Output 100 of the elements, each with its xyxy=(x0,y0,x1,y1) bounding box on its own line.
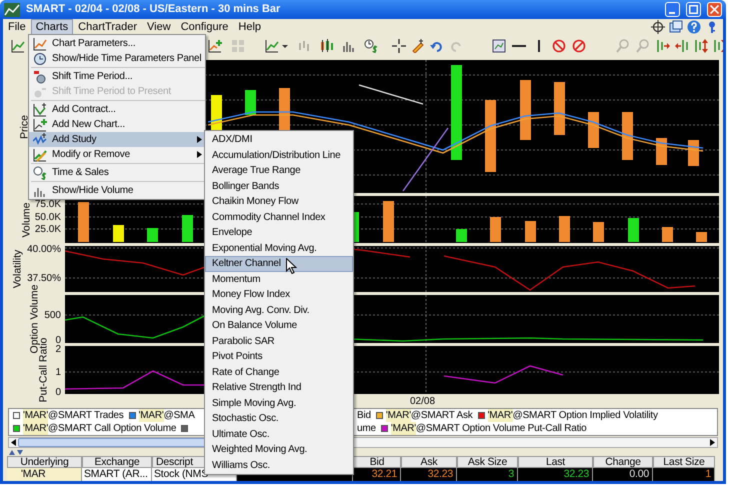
menu-option[interactable]: Accumulation/Distribution Line xyxy=(205,148,353,163)
axis-label: Volume xyxy=(22,202,32,238)
candlestick xyxy=(688,140,699,166)
axis-tick: 75.0K xyxy=(34,200,61,210)
menu-option[interactable]: Keltner Channel xyxy=(205,256,353,272)
wave-icon xyxy=(33,132,47,146)
menu-option[interactable]: Show/Hide Time Parameters Panel xyxy=(29,51,205,66)
menu-item[interactable]: ChartTrader xyxy=(73,19,142,35)
menu-option[interactable]: Momentum xyxy=(205,272,353,287)
shift-left-icon[interactable] xyxy=(675,39,689,54)
column-header[interactable]: Last Size xyxy=(653,456,715,468)
menu-option[interactable]: Relative Strength Ind xyxy=(205,380,353,396)
clock-dollar-icon[interactable] xyxy=(364,39,378,54)
add-chart-icon[interactable] xyxy=(208,39,222,54)
column-header[interactable]: Ask Size xyxy=(457,456,518,468)
menu-item[interactable]: File xyxy=(3,19,31,35)
menu-option[interactable]: Add Contract... xyxy=(29,102,205,117)
chart-icon xyxy=(33,102,47,116)
column-header[interactable]: Underlying xyxy=(7,456,82,468)
menu-option[interactable]: Exponential Moving Avg. xyxy=(205,240,353,256)
shift-right-icon[interactable] xyxy=(656,39,670,54)
volume-bar xyxy=(628,218,639,242)
menu-option[interactable]: Stochastic Osc. xyxy=(205,411,353,426)
help-icon[interactable] xyxy=(687,20,701,34)
crosshair-icon[interactable] xyxy=(651,20,665,34)
column-header[interactable]: Bid xyxy=(353,456,401,468)
menu-option[interactable]: Simple Moving Avg. xyxy=(205,396,353,411)
volume-bar xyxy=(490,217,501,242)
scroll-left-arrow-icon[interactable] xyxy=(9,438,18,448)
column-header[interactable]: Ask xyxy=(401,456,457,468)
legend-label: @SMART Call Option Volume xyxy=(48,422,176,435)
axis-tick: 0 xyxy=(55,388,61,398)
menu-option[interactable]: Chart Parameters... xyxy=(29,36,205,51)
menu-option[interactable]: Weighted Moving Avg. xyxy=(205,442,353,458)
date-label: 02/08 xyxy=(410,395,436,410)
candlestick xyxy=(622,112,633,160)
compress-vertical-icon[interactable] xyxy=(713,39,723,54)
candlestick xyxy=(245,90,256,116)
windows-icon[interactable] xyxy=(669,20,683,34)
menu-option[interactable]: Add New Chart... xyxy=(29,117,205,132)
scroll-right-arrow-icon[interactable] xyxy=(708,438,717,448)
menu-option[interactable]: Ultimate Osc. xyxy=(205,426,353,442)
menu-option[interactable]: Modify or Remove xyxy=(29,147,205,162)
minimize-icon xyxy=(668,12,674,14)
menu-item[interactable]: View xyxy=(142,19,176,35)
table-cell: 32.23 xyxy=(428,468,453,480)
axis-tick: 50.0K xyxy=(34,213,61,224)
menu-option[interactable]: Bollinger Bands xyxy=(205,178,353,194)
menu-option[interactable]: Commodity Channel Index xyxy=(205,210,353,225)
candlestick-icon[interactable] xyxy=(320,39,334,54)
legend-label: @SMART Option Volume Put-Call Ratio xyxy=(416,422,587,435)
axis-tick: 25.0K xyxy=(34,225,61,236)
collapse-arrows-icon[interactable] xyxy=(9,450,23,455)
table-cell: 32.23 xyxy=(564,468,589,480)
menu-item[interactable]: Help xyxy=(233,19,266,35)
menu-option[interactable]: Chaikin Money Flow xyxy=(205,194,353,210)
table-cell: 3 xyxy=(508,468,514,480)
chart-window-icon[interactable] xyxy=(492,39,506,54)
line-chart-icon[interactable] xyxy=(265,39,279,54)
line-chart-icon[interactable] xyxy=(11,39,25,54)
menu-option[interactable]: Add Study xyxy=(29,132,205,147)
no-sign-icon[interactable] xyxy=(552,39,566,54)
menu-option[interactable]: Show/Hide Volume xyxy=(29,183,205,198)
legend-symbol: 'MAR' xyxy=(488,408,513,422)
menu-option[interactable]: Time & Sales xyxy=(29,165,205,180)
menu-option[interactable]: Moving Avg. Conv. Div. xyxy=(205,302,353,318)
undo-icon[interactable] xyxy=(430,39,444,54)
legend-symbol: 'MAR' xyxy=(138,408,164,422)
window-title: SMART - 02/04 - 02/08 - US/Eastern - 30 mins Bar xyxy=(26,2,282,18)
pencil-icon[interactable] xyxy=(411,39,425,54)
menu-option[interactable]: Pivot Points xyxy=(205,349,353,364)
column-header[interactable]: Exchange xyxy=(82,456,152,468)
clock-icon xyxy=(33,52,47,66)
axis-tick: 500 xyxy=(44,311,61,322)
menu-option[interactable]: Rate of Change xyxy=(205,364,353,380)
app-logo-icon xyxy=(4,2,20,16)
crosshair-icon[interactable] xyxy=(392,39,406,54)
table-cell: 'MAR xyxy=(21,468,46,480)
volume-bar xyxy=(78,202,89,242)
chart-icon xyxy=(33,118,47,132)
column-header[interactable]: Last xyxy=(518,456,593,468)
maximize-icon xyxy=(689,5,698,14)
maximize-button[interactable] xyxy=(686,2,701,17)
menu-option[interactable]: Parabolic SAR xyxy=(205,334,353,349)
menu-option[interactable]: On Balance Volume xyxy=(205,318,353,334)
minimize-button[interactable] xyxy=(665,2,680,17)
no-sign-icon[interactable] xyxy=(572,39,586,54)
menu-item[interactable]: Configure xyxy=(176,19,234,35)
table-cell: SMART (AR... xyxy=(84,468,148,480)
column-header[interactable]: Change xyxy=(593,456,653,468)
menu-option[interactable]: Shift Time Period... xyxy=(29,69,205,84)
volume-bars-icon[interactable] xyxy=(342,39,356,54)
menu-option[interactable]: ADX/DMI xyxy=(205,132,353,148)
expand-vertical-icon[interactable] xyxy=(694,39,708,54)
close-button[interactable] xyxy=(707,2,722,17)
menu-item[interactable]: Charts xyxy=(30,19,74,35)
menu-option[interactable]: Average True Range xyxy=(205,163,353,178)
axis-tick: 40.00% xyxy=(27,245,61,256)
menu-option[interactable]: Money Flow Index xyxy=(205,287,353,302)
menu-option[interactable]: Envelope xyxy=(205,225,353,240)
